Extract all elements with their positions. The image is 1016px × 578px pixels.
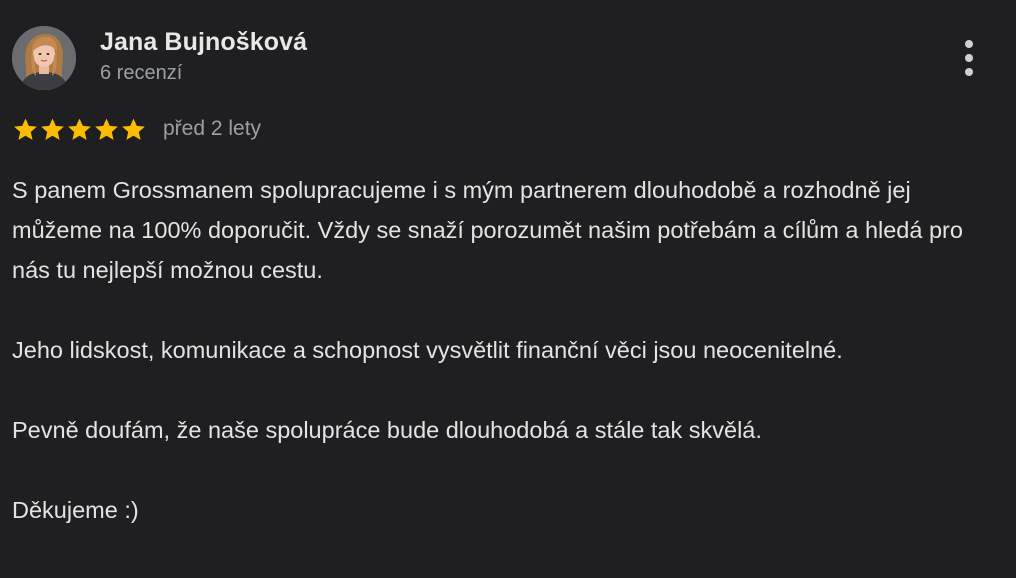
review-count[interactable]: 6 recenzí <box>100 62 182 85</box>
review-date: před 2 lety <box>163 117 262 140</box>
more-vert-icon-dot <box>965 68 973 76</box>
rating-row: před 2 lety <box>12 114 261 144</box>
review-card: Jana Bujnošková 6 recenzí před 2 lety S … <box>0 0 1016 578</box>
star-rating <box>12 116 147 143</box>
review-paragraph: S panem Grossmanem spolupracujeme i s mý… <box>12 177 963 283</box>
review-paragraph: Pevně doufám, že naše spolupráce bude dl… <box>12 417 762 443</box>
more-vert-icon-dot <box>965 54 973 62</box>
star-icon <box>41 117 64 140</box>
review-text: S panem Grossmanem spolupracujeme i s mý… <box>12 170 1002 530</box>
star-icon <box>14 117 37 140</box>
review-paragraph: Děkujeme :) <box>12 497 139 523</box>
star-icon <box>95 117 118 140</box>
avatar[interactable] <box>12 26 76 90</box>
star-icon <box>68 117 91 140</box>
more-vert-icon-dot <box>965 40 973 48</box>
review-paragraph: Jeho lidskost, komunikace a schopnost vy… <box>12 337 843 363</box>
author-name[interactable]: Jana Bujnošková <box>100 28 307 57</box>
star-icon <box>122 117 145 140</box>
more-options-button[interactable] <box>950 36 990 80</box>
